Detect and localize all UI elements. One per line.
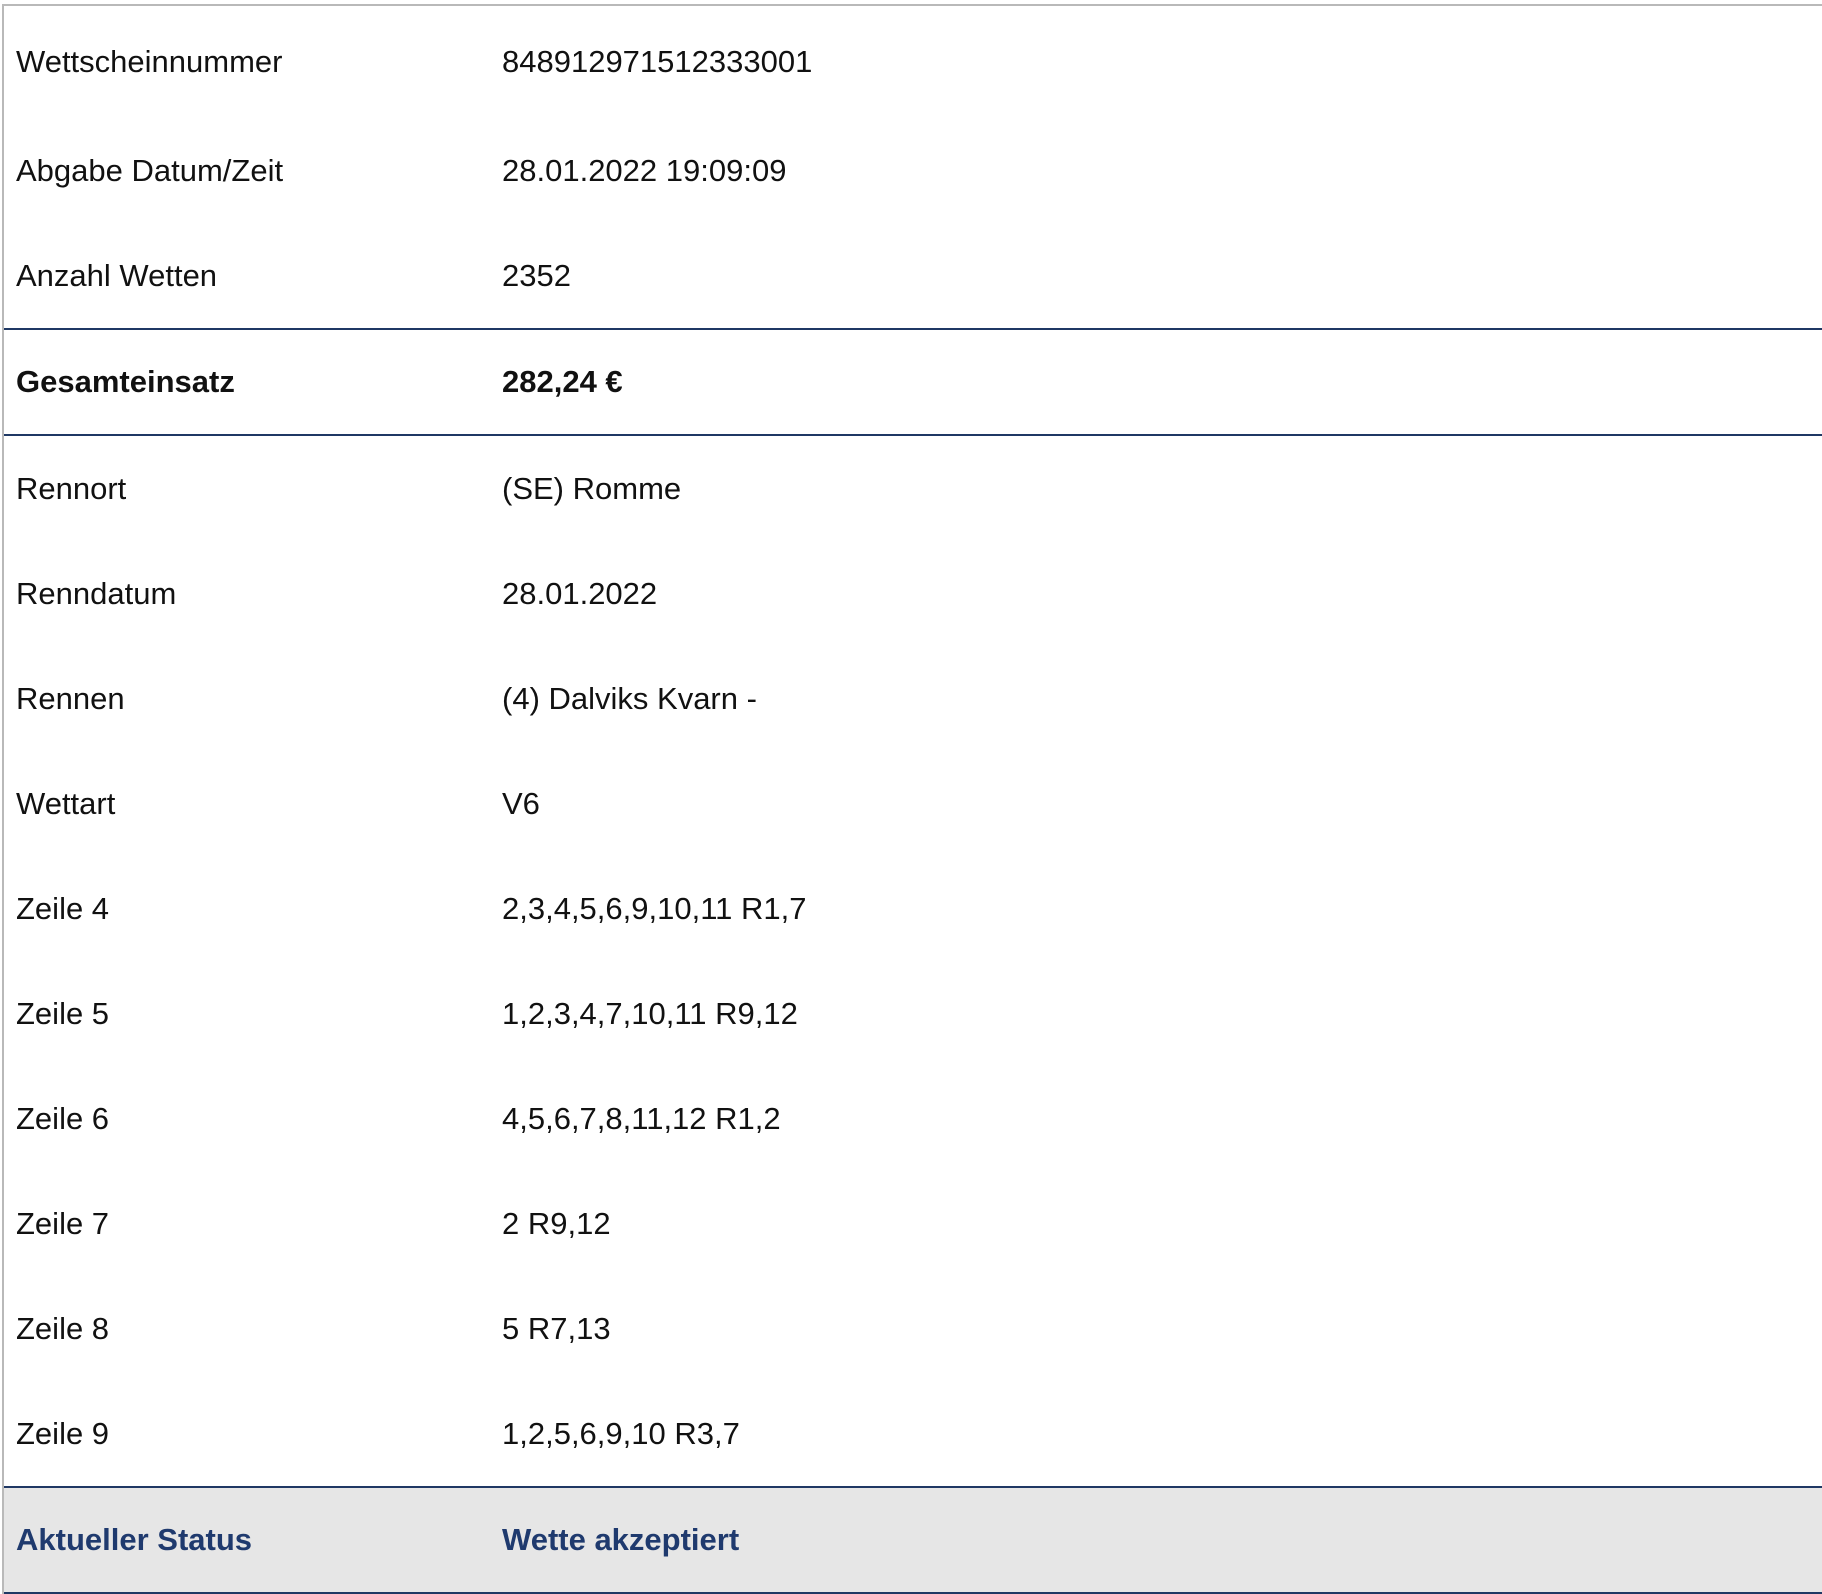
line-9-label: Zeile 9 (16, 1415, 110, 1451)
ticket-number-label: Wettscheinnummer (16, 44, 283, 79)
race-venue-value: (SE) Romme (502, 470, 682, 506)
line-6-label: Zeile 6 (16, 1100, 110, 1136)
total-stake-row: Gesamteinsatz 282,24 € (4, 328, 1822, 436)
current-status-row: Aktueller Status Wette akzeptiert (4, 1486, 1822, 1594)
status-badge: Wette akzeptiert (502, 1522, 740, 1557)
race-row: Rennen (4) Dalviks Kvarn - (4, 646, 1822, 751)
line-9-value: 1,2,5,6,9,10 R3,7 (502, 1415, 740, 1451)
line-9-row: Zeile 9 1,2,5,6,9,10 R3,7 (4, 1381, 1822, 1486)
submission-datetime-row: Abgabe Datum/Zeit 28.01.2022 19:09:09 (4, 118, 1822, 223)
line-8-label: Zeile 8 (16, 1310, 110, 1346)
bet-count-value: 2352 (502, 257, 571, 293)
ticket-number-value: 848912971512333001 (502, 44, 813, 79)
bet-ticket-details: Wettscheinnummer 848912971512333001 Abga… (2, 4, 1822, 1594)
line-5-row: Zeile 5 1,2,3,4,7,10,11 R9,12 (4, 961, 1822, 1066)
line-4-row: Zeile 4 2,3,4,5,6,9,10,11 R1,7 (4, 856, 1822, 961)
line-8-row: Zeile 8 5 R7,13 (4, 1276, 1822, 1381)
bet-count-row: Anzahl Wetten 2352 (4, 223, 1822, 328)
line-8-value: 5 R7,13 (502, 1310, 611, 1346)
line-4-value: 2,3,4,5,6,9,10,11 R1,7 (502, 890, 807, 926)
line-5-value: 1,2,3,4,7,10,11 R9,12 (502, 995, 798, 1031)
line-4-label: Zeile 4 (16, 890, 110, 926)
race-date-label: Renndatum (16, 575, 177, 611)
submission-datetime-label: Abgabe Datum/Zeit (16, 152, 284, 188)
ticket-number-row: Wettscheinnummer 848912971512333001 (4, 6, 1822, 118)
line-7-label: Zeile 7 (16, 1205, 110, 1241)
total-stake-label: Gesamteinsatz (16, 364, 235, 399)
race-label: Rennen (16, 680, 125, 716)
submission-datetime-value: 28.01.2022 19:09:09 (502, 152, 787, 188)
bet-type-value: V6 (502, 785, 540, 821)
line-6-row: Zeile 6 4,5,6,7,8,11,12 R1,2 (4, 1066, 1822, 1171)
total-stake-value: 282,24 € (502, 364, 623, 399)
bet-count-label: Anzahl Wetten (16, 257, 218, 293)
line-5-label: Zeile 5 (16, 995, 110, 1031)
line-6-value: 4,5,6,7,8,11,12 R1,2 (502, 1100, 781, 1136)
line-7-row: Zeile 7 2 R9,12 (4, 1171, 1822, 1276)
bet-type-row: Wettart V6 (4, 751, 1822, 856)
race-value: (4) Dalviks Kvarn - (502, 680, 757, 716)
race-venue-row: Rennort (SE) Romme (4, 436, 1822, 541)
line-7-value: 2 R9,12 (502, 1205, 611, 1241)
bet-type-label: Wettart (16, 785, 116, 821)
race-date-value: 28.01.2022 (502, 575, 658, 611)
race-venue-label: Rennort (16, 470, 127, 506)
race-date-row: Renndatum 28.01.2022 (4, 541, 1822, 646)
current-status-label: Aktueller Status (16, 1522, 253, 1557)
